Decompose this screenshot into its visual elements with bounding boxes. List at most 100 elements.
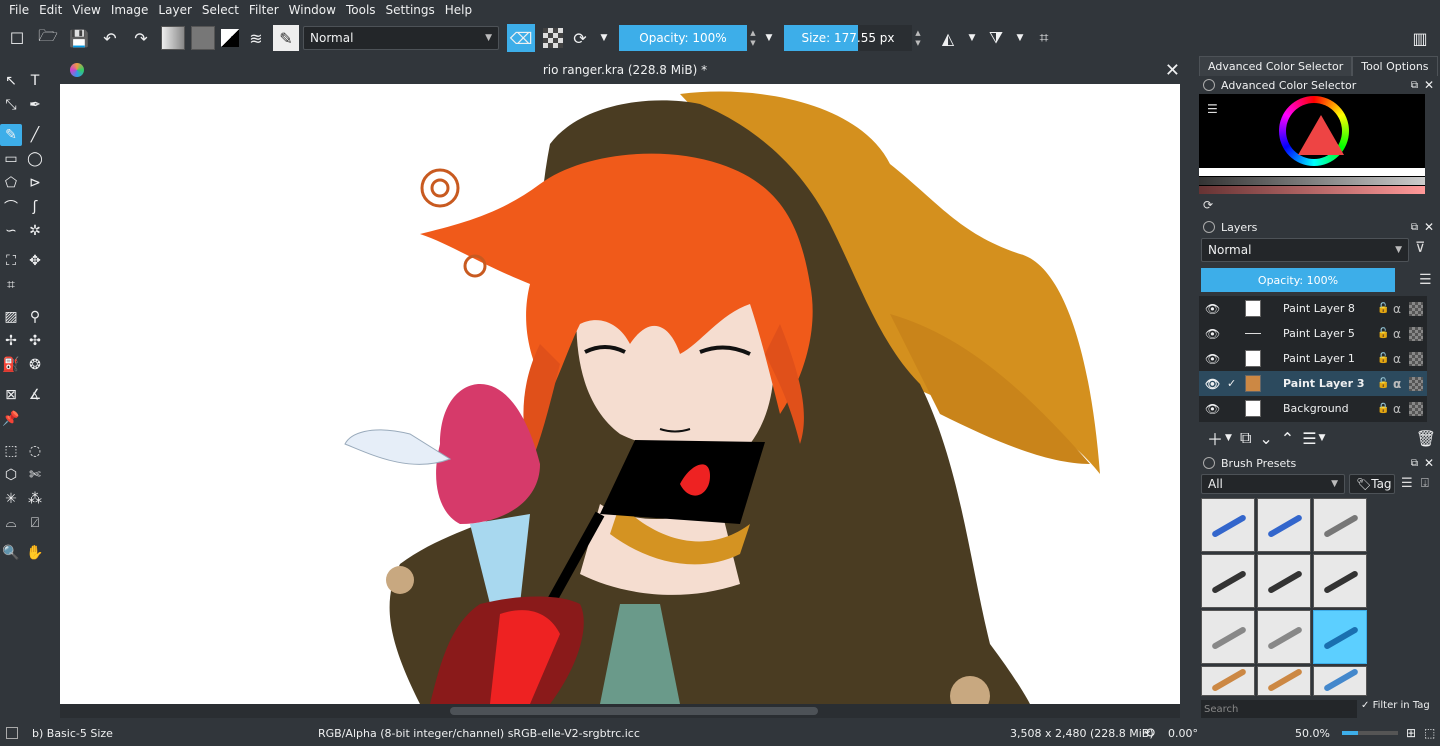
pin-icon[interactable] (1203, 79, 1215, 91)
contiguous-select-icon[interactable]: ✳ (0, 488, 22, 510)
rotate-icon[interactable]: ⟲ (1144, 726, 1155, 741)
brush-preset-eraser-soft[interactable] (1257, 498, 1311, 552)
close-icon[interactable]: ✕ (1424, 78, 1434, 92)
layer-row-selected[interactable]: 👁 ✓ Paint Layer 3 🔓 α (1199, 371, 1427, 396)
menu-tools[interactable]: Tools (341, 0, 381, 20)
mirror-vertical-icon[interactable]: ⧩ (982, 24, 1010, 52)
brush-settings-icon[interactable]: ≋ (242, 24, 270, 52)
eye-icon[interactable]: 👁 (1205, 352, 1220, 366)
bezier-tool-icon[interactable]: ⌒ (0, 196, 22, 218)
pin-icon[interactable] (1203, 221, 1215, 233)
assistant-tool-icon[interactable]: ⊠ (0, 384, 22, 406)
new-document-icon[interactable]: ☐ (3, 24, 31, 52)
wrap-around-icon[interactable]: ⌗ (1030, 24, 1058, 52)
pin-icon[interactable] (1203, 457, 1215, 469)
close-icon[interactable]: ✕ (1165, 60, 1180, 81)
smart-patch-icon[interactable]: ✣ (24, 330, 46, 352)
brush-preset-orange-2[interactable] (1257, 666, 1311, 696)
import-icon[interactable]: ⍗ (1421, 476, 1429, 491)
document-tab[interactable]: rio ranger.kra (228.8 MiB) * ✕ (60, 56, 1190, 84)
trash-icon[interactable]: 🗑 (1416, 429, 1436, 448)
saturation-triangle[interactable] (1298, 115, 1344, 155)
calligraphy-icon[interactable]: ✒ (24, 94, 46, 116)
float-icon[interactable]: ⧉ (1411, 458, 1418, 469)
refresh-icon[interactable]: ⟳ (1203, 198, 1213, 212)
tab-tool-options[interactable]: Tool Options (1352, 56, 1438, 76)
crop-tool-icon[interactable]: ⌗ (0, 274, 22, 296)
fullscreen-icon[interactable]: ⬚ (1424, 726, 1435, 740)
hue-gradient[interactable] (1199, 186, 1425, 194)
move-up-icon[interactable]: ⌃ (1281, 429, 1294, 448)
menu-icon[interactable]: ☰ (1207, 102, 1218, 116)
chevron-down-icon[interactable]: ▼ (762, 24, 776, 52)
brush-preset-icon[interactable]: ✎ (273, 25, 299, 51)
lock-icon[interactable]: 🔒 (1377, 403, 1389, 414)
brush-preset-eraser[interactable] (1201, 498, 1255, 552)
menu-select[interactable]: Select (197, 0, 244, 20)
lock-icon[interactable]: 🔓 (1377, 303, 1389, 314)
open-folder-icon[interactable]: 🗁 (34, 24, 62, 52)
layer-blend-combo[interactable]: Normal ▼ (1201, 238, 1409, 262)
float-icon[interactable]: ⧉ (1411, 80, 1418, 91)
layer-row[interactable]: 👁 Paint Layer 8 🔓 α (1199, 296, 1427, 321)
polygon-select-icon[interactable]: ⬡ (0, 464, 22, 486)
fg-bg-color-icon[interactable] (221, 29, 239, 47)
move-tool-icon[interactable]: ✥ (24, 250, 46, 272)
brush-preset-basic-5-size[interactable] (1313, 610, 1367, 664)
gray-gradient[interactable] (1199, 177, 1425, 185)
undo-icon[interactable]: ↶ (96, 24, 124, 52)
add-layer-icon[interactable]: ＋ (1207, 426, 1223, 450)
advanced-color-selector[interactable]: ☰ (1199, 94, 1425, 194)
color-picker-icon[interactable]: ⚲ (24, 306, 46, 328)
move-down-icon[interactable]: ⌄ (1259, 429, 1272, 448)
inherit-alpha-icon[interactable] (1409, 301, 1423, 316)
lock-icon[interactable]: 🔓 (1377, 378, 1389, 389)
brush-preset-pencil-soft[interactable] (1257, 610, 1311, 664)
inherit-alpha-icon[interactable] (1409, 376, 1423, 391)
zoom-slider[interactable] (1342, 731, 1398, 735)
brush-preset-eraser-large[interactable] (1313, 498, 1367, 552)
transform-tool-icon[interactable]: ⛶ (0, 250, 22, 272)
menu-edit[interactable]: Edit (34, 0, 67, 20)
float-icon[interactable]: ⧉ (1411, 222, 1418, 233)
freehand-path-icon[interactable]: ʃ (24, 196, 46, 218)
alpha-icon[interactable]: α (1393, 352, 1401, 366)
settings-icon[interactable]: ⊞ (1406, 726, 1416, 740)
scrollbar-thumb[interactable] (450, 707, 818, 715)
brush-preset-ink[interactable] (1201, 554, 1255, 608)
alpha-icon[interactable]: α (1393, 377, 1401, 391)
chevron-down-icon[interactable]: ▼ (1013, 24, 1027, 52)
brush-filter-combo[interactable]: All ▼ (1201, 474, 1345, 494)
size-slider[interactable]: Size: 177.55 px (784, 25, 912, 51)
dynamic-brush-icon[interactable]: ∽ (0, 220, 22, 242)
zoom-tool-icon[interactable]: 🔍 (0, 542, 22, 564)
polyline-tool-icon[interactable]: ⊳ (24, 172, 46, 194)
brush-preset-marker[interactable] (1313, 554, 1367, 608)
eye-icon[interactable]: 👁 (1205, 402, 1220, 416)
select-shapes-icon[interactable]: ↖ (0, 70, 22, 92)
brush-search-input[interactable]: Search (1201, 700, 1357, 718)
size-spin[interactable]: ▲ ▼ (912, 25, 924, 51)
checkmark-icon[interactable]: ✓ (1227, 377, 1236, 390)
horizontal-scrollbar[interactable] (60, 704, 1180, 718)
inherit-alpha-icon[interactable] (1409, 351, 1423, 366)
layer-row[interactable]: 👁 Background 🔒 α (1199, 396, 1427, 421)
layer-row[interactable]: 👁 Paint Layer 1 🔓 α (1199, 346, 1427, 371)
line-tool-icon[interactable]: ╱ (24, 124, 46, 146)
layers-menu-icon[interactable]: ☰ (1419, 272, 1432, 288)
view-list-icon[interactable]: ☰ (1401, 476, 1413, 491)
brush-preset-pencil[interactable] (1201, 610, 1255, 664)
edit-shapes-icon[interactable]: ⤡ (0, 94, 22, 116)
menu-window[interactable]: Window (284, 0, 341, 20)
save-icon[interactable]: 💾 (65, 24, 93, 52)
duplicate-layer-icon[interactable]: ⧉ (1240, 428, 1251, 448)
brush-preset-blue[interactable] (1313, 666, 1367, 696)
chevron-down-icon[interactable]: ▼ (1225, 433, 1232, 443)
lock-icon[interactable]: 🔓 (1377, 353, 1389, 364)
ellipse-tool-icon[interactable]: ◯ (24, 148, 46, 170)
layer-opacity-slider[interactable]: Opacity: 100% (1201, 268, 1395, 292)
close-icon[interactable]: ✕ (1424, 220, 1434, 234)
chevron-down-icon[interactable]: ▼ (1319, 433, 1326, 443)
enclose-fill-icon[interactable]: ❂ (24, 354, 46, 376)
eraser-mode-icon[interactable]: ⌫ (507, 24, 535, 52)
